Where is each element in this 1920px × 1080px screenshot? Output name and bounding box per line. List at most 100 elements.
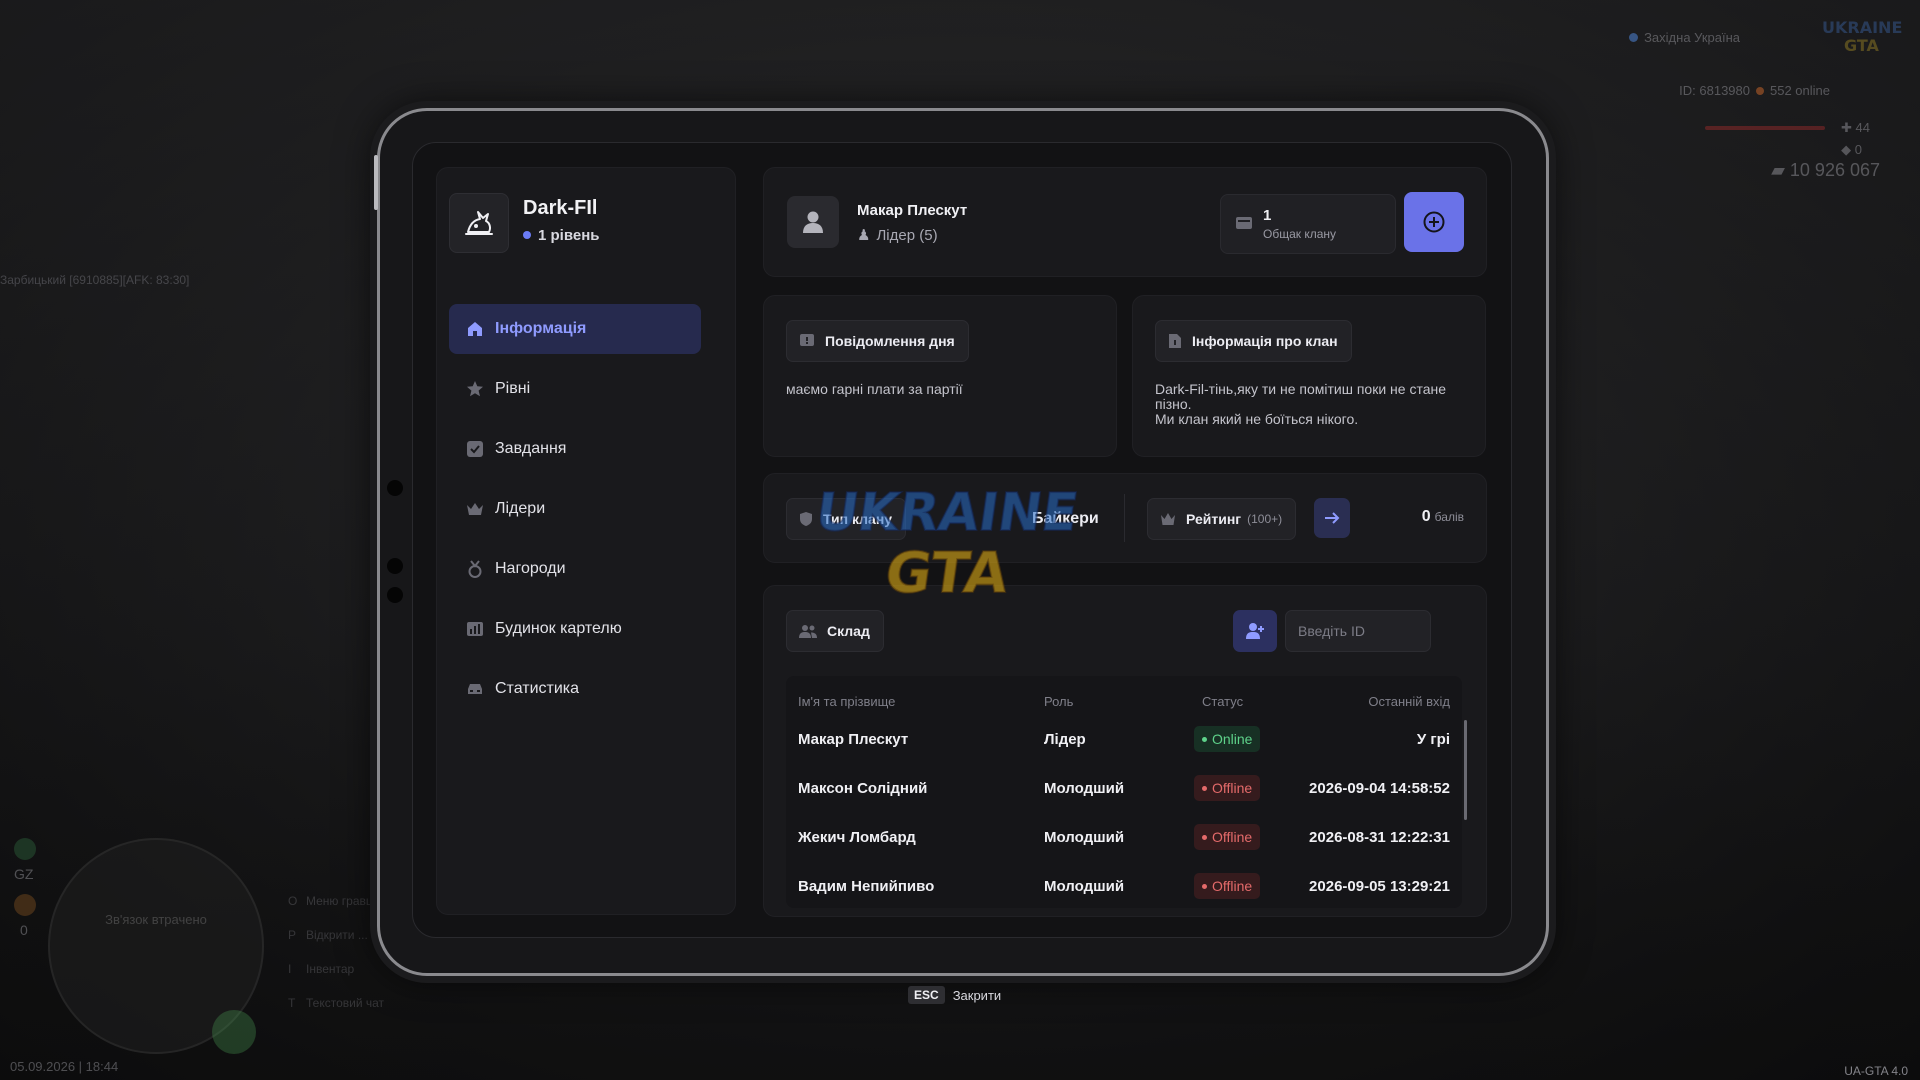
member-name: Вадим Непийпиво <box>798 878 935 895</box>
svg-text:UKRAINE: UKRAINE <box>1822 18 1902 37</box>
user-icon <box>803 211 823 233</box>
status-badge: Offline <box>1194 824 1261 850</box>
roster-scrollbar[interactable] <box>1464 720 1467 820</box>
rating-title: Рейтинг (100+) <box>1147 498 1297 540</box>
nav-item-statistics[interactable]: Статистика <box>449 664 701 714</box>
member-id-input[interactable] <box>1285 610 1431 652</box>
minimap-warning-icon <box>14 894 36 916</box>
nav-item-levels[interactable]: Рівні <box>449 364 701 414</box>
nav-item-label: Будинок картелю <box>495 620 622 637</box>
roster-card: Склад Ім'я та прізвище Роль Статус Остан… <box>763 585 1487 917</box>
status-badge: Online <box>1194 726 1261 752</box>
member-name: Жекич Ломбард <box>798 829 916 846</box>
nav-item-label: Статистика <box>495 680 580 697</box>
hud-money: ▰ 10 926 067 <box>1771 160 1880 181</box>
rating-points-unit: балів <box>1434 510 1464 524</box>
crown-icon <box>465 499 485 519</box>
keybind-key: I <box>288 962 292 976</box>
status-dot-icon <box>1202 883 1207 889</box>
column-header-last-login: Останній вхід <box>1368 694 1450 709</box>
nav-item-tasks[interactable]: Завдання <box>449 424 701 474</box>
leader-icon: ♟ <box>857 227 871 244</box>
table-row[interactable]: Максон Солідний Молодший Offline 2026-09… <box>786 765 1462 813</box>
rating-sub: (100+) <box>1247 512 1283 526</box>
checkbox-icon <box>465 439 485 459</box>
clan-info-title: Інформація про клан <box>1155 320 1352 362</box>
motd-text: маємо гарні плати за партії <box>786 381 963 397</box>
add-money-button[interactable] <box>1404 192 1464 252</box>
clan-name: Dark-FIl <box>523 197 598 219</box>
leader-role-label: Лідер (5) <box>876 227 938 244</box>
table-row[interactable]: Макар Плескут Лідер Online У грі <box>786 716 1462 764</box>
member-role: Молодший <box>1044 878 1125 895</box>
hud-online: 552 online <box>1770 83 1830 98</box>
keybind-label: Інвентар <box>306 962 355 976</box>
rating-points-value: 0 <box>1421 508 1431 525</box>
nav-item-label: Інформація <box>495 320 587 337</box>
member-role: Молодший <box>1044 829 1125 846</box>
crown-icon <box>1160 512 1176 526</box>
users-icon <box>799 623 817 639</box>
leader-name: Макар Плескут <box>857 202 968 219</box>
add-user-icon <box>1246 623 1264 639</box>
member-last-login: У грі <box>1416 731 1450 748</box>
status-dot-icon <box>1202 736 1207 742</box>
leader-bar: Макар Плескут ♟ Лідер (5) 1 Общак клану <box>763 167 1487 277</box>
shield-icon: ◆ <box>1841 142 1855 157</box>
clan-bank: 1 Общак клану <box>1220 194 1396 254</box>
table-row[interactable]: Жекич Ломбард Молодший Offline 2026-08-3… <box>786 814 1462 862</box>
rating-points: 0 балів <box>1422 508 1464 526</box>
nav-item-leaders[interactable]: Лідери <box>449 484 701 534</box>
hud-server-info: ID: 6813980 552 online <box>1679 83 1830 98</box>
member-role: Лідер <box>1044 731 1086 748</box>
plus-circle-icon <box>1423 211 1445 233</box>
table-row[interactable]: Вадим Непийпиво Молодший Offline 2026-09… <box>786 863 1462 911</box>
clan-info-line: Dark-Fil-тінь,яку ти не помітиш поки не … <box>1155 381 1446 412</box>
home-icon <box>465 319 485 339</box>
nav-item-label: Нагороди <box>495 560 566 577</box>
minimap-status: Зв'язок втрачено <box>105 912 207 927</box>
keybind-label: Меню гравця <box>306 894 380 908</box>
close-hint[interactable]: ESC Закрити <box>908 986 1001 1004</box>
keybind-row: I Інвентар <box>288 952 384 986</box>
rating-open-button[interactable] <box>1314 498 1350 538</box>
member-last-login: 2026-08-31 12:22:31 <box>1309 829 1450 846</box>
clan-info-title-label: Інформація про клан <box>1192 333 1338 349</box>
motd-title-label: Повідомлення дня <box>825 333 955 349</box>
nav-item-info[interactable]: Інформація <box>449 304 701 354</box>
heart-icon: ✚ <box>1841 120 1856 135</box>
member-last-login: 2026-09-05 13:29:21 <box>1309 878 1450 895</box>
voice-icon <box>212 1010 256 1054</box>
nav-item-label: Рівні <box>495 380 531 397</box>
clan-info-text: Dark-Fil-тінь,яку ти не помітиш поки не … <box>1155 382 1455 427</box>
hud-armor: ◆ 0 <box>1841 142 1862 158</box>
building-icon <box>465 619 485 639</box>
clan-logo <box>449 193 509 253</box>
hud-health: ✚ 44 <box>1841 120 1870 136</box>
clan-level-label: 1 рівень <box>538 227 600 244</box>
avatar[interactable] <box>787 196 839 248</box>
shield-icon <box>799 511 813 527</box>
medal-icon <box>465 559 485 579</box>
nav-item-awards[interactable]: Нагороди <box>449 544 701 594</box>
rating-label: Рейтинг <box>1186 511 1242 527</box>
keybind-row: P Відкрити ... <box>288 918 384 952</box>
column-header-role: Роль <box>1044 694 1074 709</box>
hud-version: UA-GTA 4.0 <box>1844 1064 1908 1078</box>
wallet-icon <box>1236 217 1252 229</box>
watermark-logo: UKRAINE GTA <box>820 482 1083 607</box>
keybind-key: O <box>288 894 298 908</box>
divider <box>1124 494 1125 542</box>
tablet-sensor-icon <box>387 558 403 574</box>
hud-server-id: ID: 6813980 <box>1679 83 1750 98</box>
message-icon <box>799 333 815 349</box>
invite-member-button[interactable] <box>1233 610 1277 652</box>
watermark-line1: UKRAINE <box>820 483 1082 543</box>
nav-item-cartel-house[interactable]: Будинок картелю <box>449 604 701 654</box>
sidebar <box>436 167 736 915</box>
hud-health-bar <box>1705 126 1825 130</box>
hud-armor-value: 0 <box>1854 142 1862 157</box>
clan-level: 1 рівень <box>523 227 600 244</box>
roster-title-label: Склад <box>827 623 870 639</box>
keybind-key: T <box>288 996 296 1010</box>
